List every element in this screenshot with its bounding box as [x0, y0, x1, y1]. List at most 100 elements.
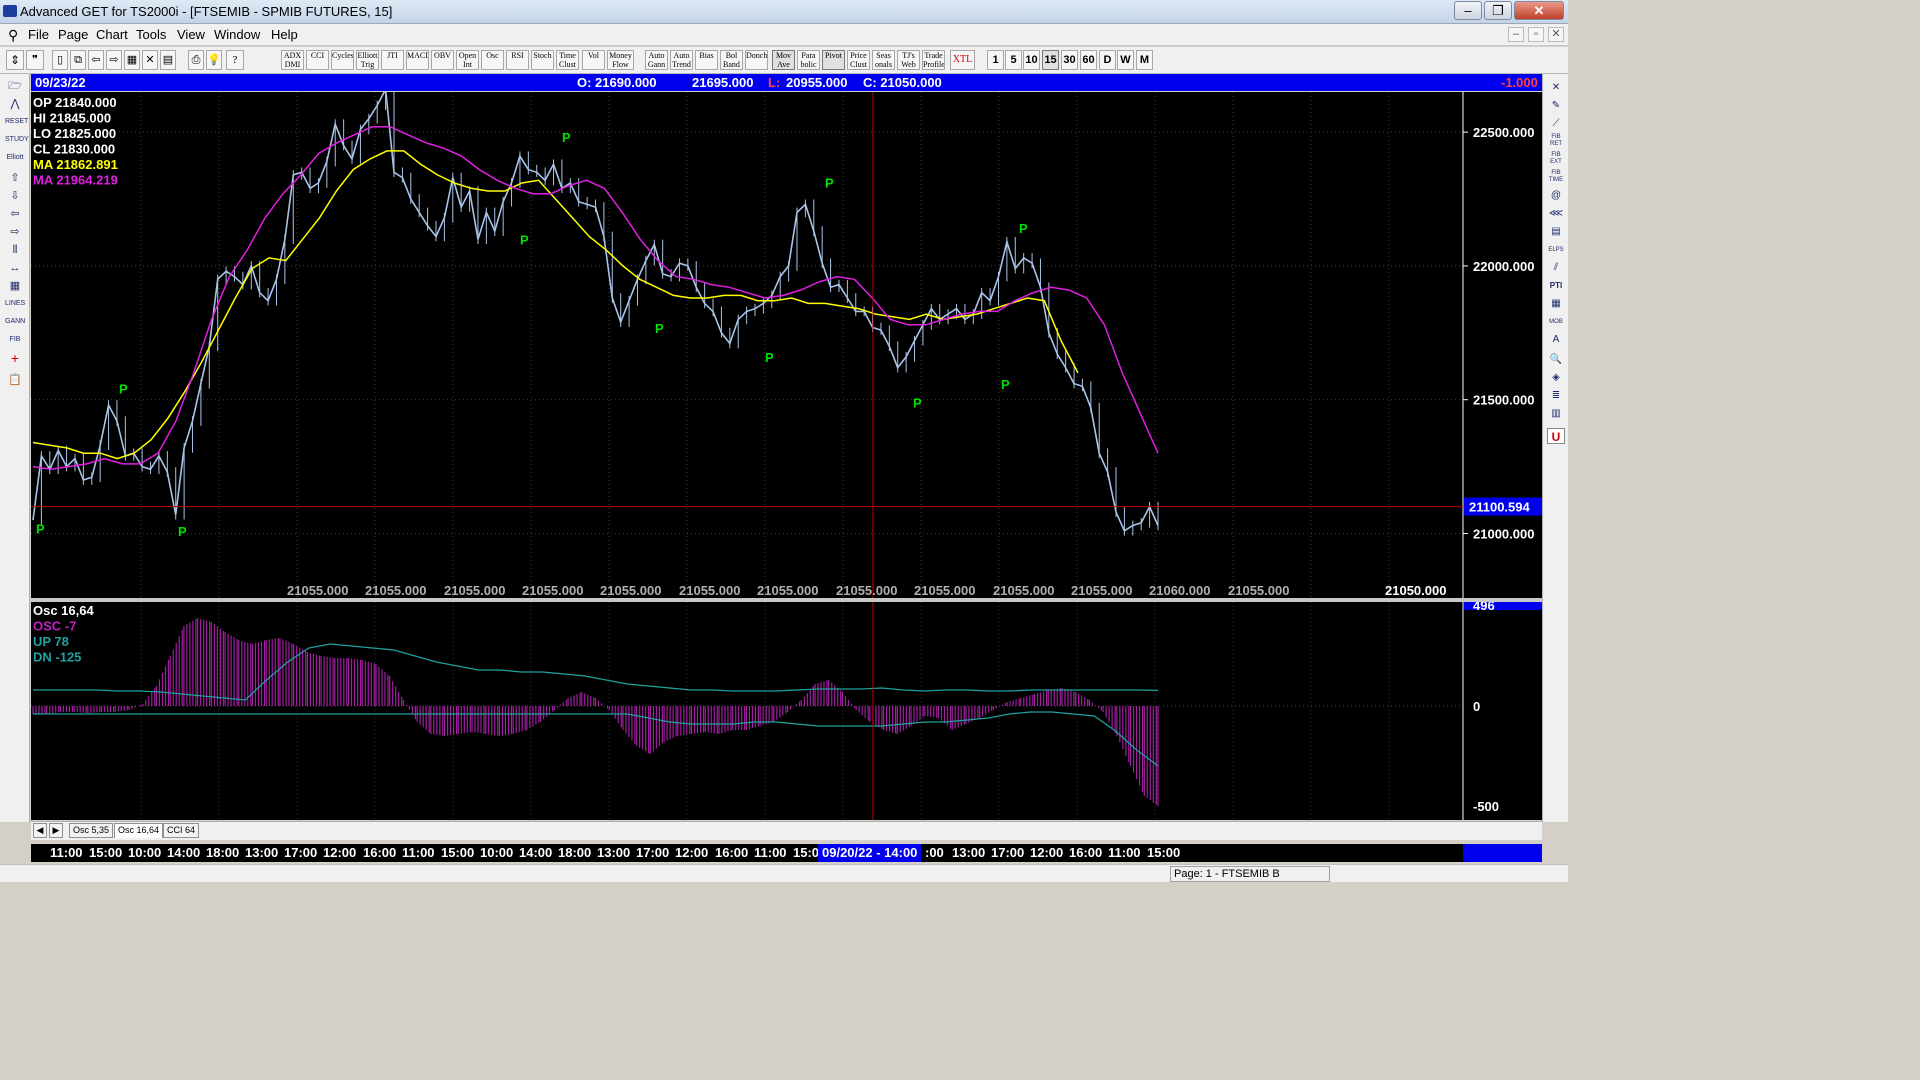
- indicator-button-donch[interactable]: Donch: [745, 50, 768, 70]
- interval-button-60[interactable]: 60: [1080, 50, 1097, 70]
- interval-button-15[interactable]: 15: [1042, 50, 1059, 70]
- indicator-button-money-flow[interactable]: Money Flow: [607, 50, 634, 70]
- oscillator-svg[interactable]: 496 0 -500 Osc 16,64OSC -7UP 78DN -125: [31, 598, 1542, 820]
- close-x-icon[interactable]: ✕: [1547, 80, 1565, 96]
- menu-tools[interactable]: Tools: [136, 27, 166, 42]
- new-page-icon[interactable]: ▯: [52, 50, 68, 70]
- clipboard-icon[interactable]: 📋: [5, 372, 25, 388]
- print-icon[interactable]: ⎙: [188, 50, 204, 70]
- indicator-button-stoch[interactable]: Stoch: [531, 50, 554, 70]
- menu-page[interactable]: Page: [58, 27, 88, 42]
- study-icon[interactable]: STUDY: [5, 132, 29, 148]
- interval-button-5[interactable]: 5: [1005, 50, 1022, 70]
- wave-tool-icon[interactable]: ⋀: [5, 96, 25, 112]
- ellipse-icon[interactable]: ELPS: [1547, 242, 1565, 258]
- menu-help[interactable]: Help: [271, 27, 298, 42]
- mdi-minimize-button[interactable]: –: [1508, 27, 1524, 42]
- interval-button-30[interactable]: 30: [1061, 50, 1078, 70]
- tab-scroll-left-icon[interactable]: ◀: [33, 823, 47, 838]
- arrow-down-icon[interactable]: ⇩: [5, 188, 25, 204]
- indicator-button-pivot[interactable]: Pivot: [822, 50, 845, 70]
- reset-icon[interactable]: RESET: [5, 114, 28, 130]
- eraser-icon[interactable]: ◈: [1547, 370, 1565, 386]
- indicator-button-price-clust[interactable]: Price Clust: [847, 50, 870, 70]
- bars-icon[interactable]: ⫴: [5, 242, 25, 258]
- back-icon[interactable]: ⇦: [88, 50, 104, 70]
- indicator-button-cycles[interactable]: Cycles: [331, 50, 354, 70]
- andrews-icon[interactable]: ⫽: [1547, 260, 1565, 276]
- price-chart-svg[interactable]: 22500.000 22000.000 21500.000 21000.000 P P P P…: [31, 74, 1542, 598]
- fib-ret-icon[interactable]: FIB RET: [1547, 134, 1565, 150]
- tab-osc-16-64[interactable]: Osc 16,64: [114, 823, 164, 838]
- grid-icon[interactable]: ▦: [124, 50, 140, 70]
- cross-icon[interactable]: ✕: [142, 50, 158, 70]
- indicator-button-bias[interactable]: Bias: [695, 50, 718, 70]
- trendline-icon[interactable]: ⟋: [1547, 116, 1565, 132]
- indicator-button-rsi[interactable]: RSI: [506, 50, 529, 70]
- price-chart[interactable]: 22500.000 22000.000 21500.000 21000.000 P P P P…: [31, 74, 1542, 598]
- mdi-restore-button[interactable]: ▫: [1528, 27, 1544, 42]
- expand-icon[interactable]: ↔: [5, 260, 25, 276]
- indicator-button-seas-onals[interactable]: Seas onals: [872, 50, 895, 70]
- indicator-button-auto-gann[interactable]: Auto Gann: [645, 50, 668, 70]
- pti-icon[interactable]: PTI: [1547, 278, 1565, 294]
- indicator-button-adx-dmi[interactable]: ADX DMI: [281, 50, 304, 70]
- tab-scroll-right-icon[interactable]: ▶: [49, 823, 63, 838]
- close-button[interactable]: ✕: [1514, 1, 1564, 20]
- indicator-button-xtl[interactable]: XTL: [950, 50, 975, 70]
- arrow-up-icon[interactable]: ⇧: [5, 170, 25, 186]
- arrow-left-icon[interactable]: ⇦: [5, 206, 25, 222]
- indicator-button-time-clust[interactable]: Time Clust: [556, 50, 579, 70]
- help-icon[interactable]: ?: [226, 50, 244, 70]
- mob-icon[interactable]: MOB: [1547, 314, 1565, 330]
- menu-view[interactable]: View: [177, 27, 205, 42]
- fib-icon[interactable]: FIB: [5, 332, 25, 348]
- text-tool-icon[interactable]: A: [1547, 332, 1565, 348]
- table-icon[interactable]: ▤: [160, 50, 176, 70]
- indicator-button-trade-profile[interactable]: Trade Profile: [922, 50, 945, 70]
- mdi-close-button[interactable]: ✕: [1548, 27, 1564, 42]
- interval-button-m[interactable]: M: [1136, 50, 1153, 70]
- indicator-button-tj-s-web[interactable]: TJ's Web: [897, 50, 920, 70]
- spiral-icon[interactable]: @: [1547, 188, 1565, 204]
- report-icon[interactable]: ▥: [1547, 406, 1565, 422]
- forward-icon[interactable]: ⇨: [106, 50, 122, 70]
- minimize-button[interactable]: –: [1454, 1, 1482, 20]
- interval-button-1[interactable]: 1: [987, 50, 1004, 70]
- menu-file[interactable]: File: [28, 27, 49, 42]
- maximize-button[interactable]: ❐: [1484, 1, 1512, 20]
- indicator-button-obv[interactable]: OBV: [431, 50, 454, 70]
- list-icon[interactable]: ≣: [1547, 388, 1565, 404]
- zoom-box-icon[interactable]: ▦: [5, 278, 25, 294]
- elliott-icon[interactable]: Elliott: [5, 150, 25, 166]
- bulb-icon[interactable]: 💡: [206, 50, 222, 70]
- indicator-button-cci[interactable]: CCI: [306, 50, 329, 70]
- tab-cci-64[interactable]: CCI 64: [163, 823, 200, 838]
- tab-osc-5-35[interactable]: Osc 5,35: [69, 823, 114, 838]
- oscillator-panel[interactable]: 496 0 -500 Osc 16,64 OSC -7 UP 78 DN -125: [31, 598, 1542, 820]
- doc-icon[interactable]: ⚲: [8, 27, 18, 44]
- pencil-icon[interactable]: ✎: [1547, 98, 1565, 114]
- indicator-button-bol-band[interactable]: Bol Band: [720, 50, 743, 70]
- channel-icon[interactable]: ▤: [1547, 224, 1565, 240]
- magnifier-icon[interactable]: 🔍: [1547, 352, 1565, 368]
- menu-chart[interactable]: Chart: [96, 27, 128, 42]
- fib-time-icon[interactable]: FIB TIME: [1547, 170, 1565, 186]
- indicator-button-para-bolic[interactable]: Para bolic: [797, 50, 820, 70]
- indicator-button-auto-trend[interactable]: Auto Trend: [670, 50, 693, 70]
- pointer-icon[interactable]: ⇕: [6, 50, 24, 70]
- quote-icon[interactable]: ❞: [26, 50, 44, 70]
- arrow-right-icon[interactable]: ⇨: [5, 224, 25, 240]
- copy-page-icon[interactable]: ⧉: [70, 50, 86, 70]
- fib-ext-icon[interactable]: FIB EXT: [1547, 152, 1565, 168]
- open-folder-icon[interactable]: 🗁: [5, 78, 25, 94]
- indicator-button-mov-ave[interactable]: Mov Ave: [772, 50, 795, 70]
- interval-button-w[interactable]: W: [1117, 50, 1134, 70]
- indicator-button-vol[interactable]: Vol: [582, 50, 605, 70]
- fan-icon[interactable]: ⋘: [1547, 206, 1565, 222]
- grid-tool-icon[interactable]: ▦: [1547, 296, 1565, 312]
- interval-button-10[interactable]: 10: [1023, 50, 1040, 70]
- indicator-button-macd[interactable]: MACD: [406, 50, 429, 70]
- lines-icon[interactable]: LINES: [5, 296, 25, 312]
- indicator-button-elliott-trig[interactable]: Elliott Trig: [356, 50, 379, 70]
